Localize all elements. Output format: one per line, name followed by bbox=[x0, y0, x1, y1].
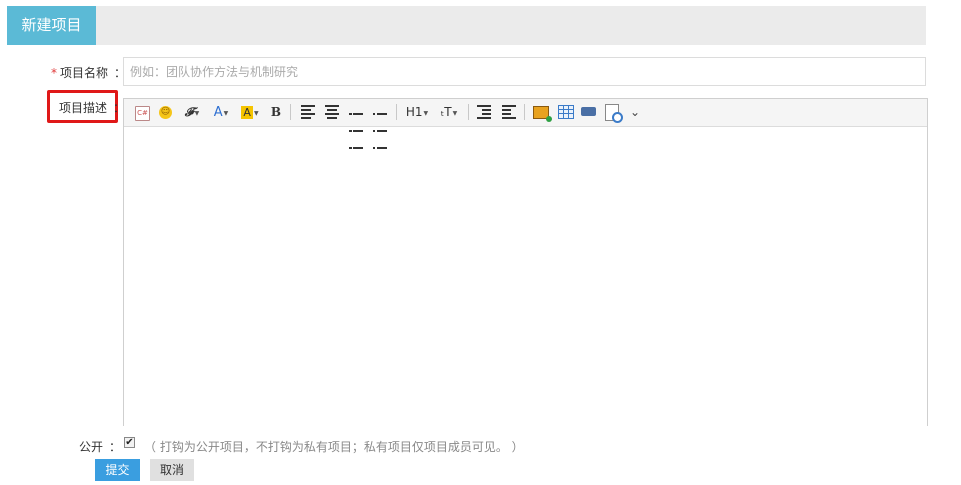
highlight-glyph: A bbox=[241, 106, 253, 119]
dropdown-caret-icon: ▼ bbox=[423, 109, 429, 117]
font-color-icon[interactable]: A▼ bbox=[210, 104, 232, 121]
emoticon-icon[interactable]: ☺ bbox=[159, 106, 172, 119]
align-center-icon[interactable] bbox=[325, 105, 339, 119]
toolbar-separator bbox=[468, 104, 469, 120]
header-bar bbox=[7, 6, 926, 45]
toolbar-separator bbox=[396, 104, 397, 120]
editor-content-area[interactable] bbox=[124, 127, 927, 426]
highlight-icon[interactable]: A ▼ bbox=[238, 104, 262, 121]
open-label: 公开 bbox=[79, 440, 104, 454]
unordered-list-icon[interactable] bbox=[373, 105, 387, 149]
public-checkbox[interactable]: ✔ bbox=[124, 437, 135, 448]
dropdown-caret-icon: ▼ bbox=[253, 109, 259, 117]
page-title-tab: 新建项目 bbox=[7, 6, 96, 45]
project-desc-label: 项目描述 bbox=[59, 101, 108, 115]
ordered-list-icon[interactable] bbox=[349, 105, 363, 149]
rich-text-editor: C# ☺ 𝓕▼ A▼ A ▼ B H1▼ ₜT▼ ⌄ bbox=[123, 98, 928, 426]
open-label-row: 公开 ： bbox=[79, 438, 121, 455]
font-size-icon[interactable]: ₜT▼ bbox=[437, 104, 461, 121]
align-left-icon[interactable] bbox=[301, 105, 315, 119]
submit-button[interactable]: 提交 bbox=[95, 459, 140, 481]
dropdown-caret-icon: ▼ bbox=[223, 109, 229, 117]
required-mark: * bbox=[51, 66, 57, 80]
dropdown-caret-icon: ▼ bbox=[194, 109, 200, 117]
project-desc-label-row: 项目描述： bbox=[59, 99, 125, 116]
project-name-label: 项目名称 bbox=[60, 66, 109, 80]
editor-toolbar: C# ☺ 𝓕▼ A▼ A ▼ B H1▼ ₜT▼ ⌄ bbox=[124, 99, 927, 149]
heading-glyph: H1 bbox=[405, 105, 423, 119]
more-icon[interactable]: ⌄ bbox=[628, 104, 642, 121]
public-hint-text: （ 打钩为公开项目，不打钩为私有项目；私有项目仅项目成员可见。 ） bbox=[144, 440, 524, 454]
insert-video-icon[interactable] bbox=[581, 107, 596, 116]
dropdown-caret-icon: ▼ bbox=[452, 109, 458, 117]
html-source-icon[interactable]: C# bbox=[135, 106, 150, 121]
cancel-button[interactable]: 取消 bbox=[150, 459, 194, 481]
toolbar-separator bbox=[524, 104, 525, 120]
project-name-input[interactable] bbox=[123, 57, 926, 86]
preview-icon[interactable] bbox=[605, 104, 623, 123]
outdent-icon[interactable] bbox=[502, 105, 516, 119]
toolbar-separator bbox=[290, 104, 291, 120]
font-family-glyph: 𝓕 bbox=[184, 105, 194, 119]
font-color-glyph: A bbox=[213, 105, 223, 120]
indent-icon[interactable] bbox=[477, 105, 491, 119]
label-colon: ： bbox=[109, 440, 122, 454]
heading-icon[interactable]: H1▼ bbox=[404, 104, 430, 121]
font-size-glyph: ₜT bbox=[440, 105, 452, 119]
font-family-icon[interactable]: 𝓕▼ bbox=[181, 104, 203, 121]
insert-image-icon[interactable] bbox=[533, 106, 552, 122]
project-name-label-row: * 项目名称： bbox=[51, 64, 126, 81]
bold-icon[interactable]: B bbox=[270, 104, 282, 121]
insert-table-icon[interactable] bbox=[558, 105, 574, 119]
